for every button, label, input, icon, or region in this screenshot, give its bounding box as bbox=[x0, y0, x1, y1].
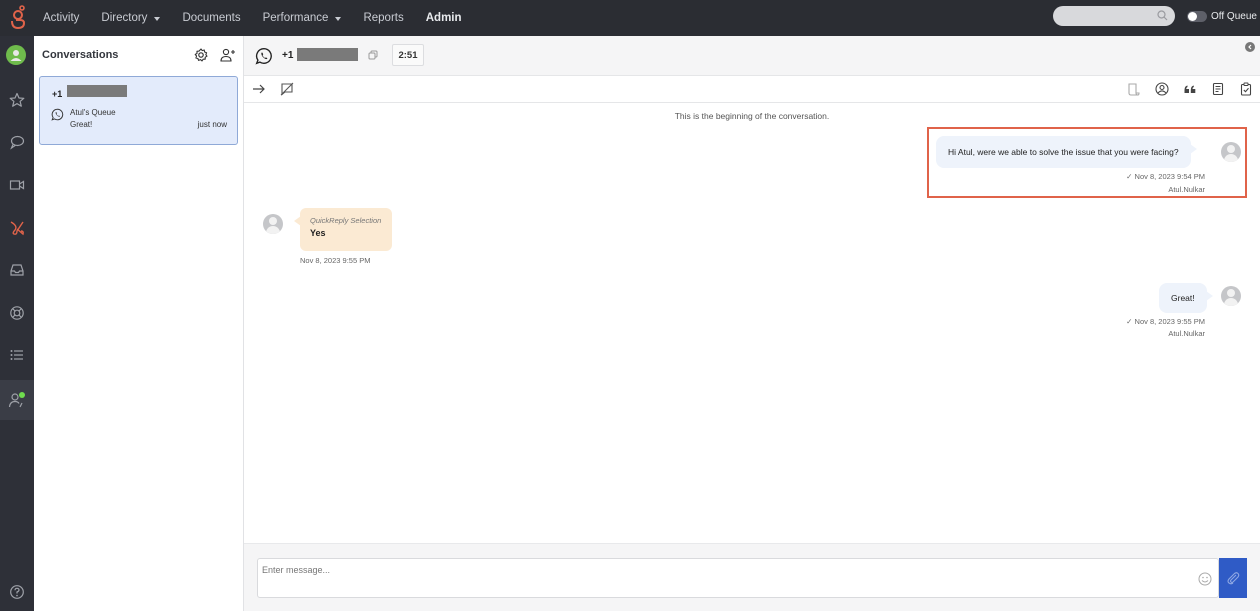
message-sender: Atul.Nulkar bbox=[1168, 185, 1205, 194]
collapse-panel-button[interactable] bbox=[1245, 42, 1255, 52]
nav-directory[interactable]: Directory bbox=[101, 12, 161, 24]
user-avatar-icon[interactable] bbox=[6, 45, 26, 65]
nav-reports[interactable]: Reports bbox=[363, 12, 403, 24]
nav-label: Admin bbox=[425, 12, 462, 24]
conversation-last-message: Great! bbox=[70, 120, 93, 129]
chat-bubble-icon bbox=[10, 135, 25, 150]
copy-icon[interactable] bbox=[368, 50, 378, 60]
inbox-icon bbox=[10, 264, 24, 276]
support-button[interactable] bbox=[0, 293, 34, 333]
phone-number-redacted bbox=[297, 48, 358, 61]
delivered-check-icon: ✓ bbox=[1126, 172, 1135, 181]
chevron-down-icon bbox=[154, 16, 161, 21]
conversation-queue: Atul's Queue bbox=[70, 108, 116, 117]
message-timestamp: Nov 8, 2023 9:54 PM bbox=[1134, 172, 1205, 181]
whatsapp-icon bbox=[51, 108, 64, 121]
scissors-icon bbox=[10, 221, 24, 236]
transfer-arrow-icon[interactable] bbox=[252, 82, 266, 96]
list-icon bbox=[10, 350, 23, 360]
phone-prefix: +1 bbox=[282, 50, 294, 61]
message-text: Hi Atul, were we able to solve the issue… bbox=[948, 147, 1179, 157]
phone-prefix: +1 bbox=[52, 89, 63, 99]
agent-avatar bbox=[1221, 286, 1241, 306]
customer-avatar bbox=[263, 214, 283, 234]
delivered-check-icon: ✓ bbox=[1126, 317, 1135, 326]
interaction-toolbar bbox=[244, 76, 1260, 103]
favorites-button[interactable] bbox=[0, 80, 34, 120]
interaction-panel: +1 2:51 This is the beginning of the con… bbox=[244, 36, 1260, 611]
script-icon[interactable] bbox=[1126, 82, 1140, 96]
nav-documents[interactable]: Documents bbox=[182, 12, 240, 24]
wrapup-clipboard-icon[interactable] bbox=[1239, 82, 1253, 96]
scripts-button[interactable] bbox=[0, 208, 34, 248]
genesys-logo-icon[interactable] bbox=[8, 5, 28, 31]
notes-icon[interactable] bbox=[1211, 82, 1225, 96]
lifebuoy-icon bbox=[10, 306, 24, 320]
gear-icon[interactable] bbox=[194, 48, 208, 62]
help-icon bbox=[10, 585, 24, 599]
chevron-left-icon bbox=[1248, 44, 1252, 50]
conversations-panel: Conversations +1 Atul's Queue Great! jus… bbox=[34, 36, 244, 611]
phone-number-redacted bbox=[67, 85, 127, 97]
contact-icon[interactable] bbox=[1155, 82, 1169, 96]
agent-status-icon bbox=[8, 392, 25, 408]
message-sender: Atul.Nulkar bbox=[1168, 329, 1205, 338]
paperclip-icon bbox=[1227, 572, 1240, 585]
quote-icon[interactable] bbox=[1183, 82, 1197, 96]
video-icon bbox=[9, 180, 25, 190]
nav-label: Documents bbox=[182, 12, 241, 24]
nav-label: Reports bbox=[363, 12, 404, 24]
conversation-beginning-note: This is the beginning of the conversatio… bbox=[674, 111, 830, 121]
interaction-header: +1 2:51 bbox=[244, 36, 1260, 76]
video-button[interactable] bbox=[0, 165, 34, 205]
queue-list-button[interactable] bbox=[0, 335, 34, 375]
left-rail bbox=[0, 36, 34, 611]
outbound-message: Hi Atul, were we able to solve the issue… bbox=[936, 136, 1197, 168]
message-transcript: This is the beginning of the conversatio… bbox=[244, 103, 1260, 543]
nav-label: Activity bbox=[43, 12, 80, 24]
message-input[interactable] bbox=[257, 558, 1219, 598]
nav-performance[interactable]: Performance bbox=[263, 12, 342, 24]
star-icon bbox=[9, 92, 25, 107]
add-user-icon[interactable] bbox=[220, 48, 236, 62]
nav-activity[interactable]: Activity bbox=[43, 12, 79, 24]
attach-file-button[interactable] bbox=[1219, 558, 1247, 598]
message-meta: ✓ Nov 8, 2023 9:55 PM bbox=[1126, 317, 1205, 326]
queue-toggle-label: Off Queue bbox=[1211, 11, 1257, 22]
whatsapp-icon bbox=[255, 48, 272, 65]
nav-label: Performance bbox=[262, 12, 329, 24]
inbound-message: QuickReply Selection Yes bbox=[294, 208, 392, 251]
conversation-list-item[interactable]: +1 Atul's Queue Great! just now bbox=[39, 76, 238, 145]
conversations-title: Conversations bbox=[42, 49, 119, 61]
message-timestamp: Nov 8, 2023 9:55 PM bbox=[1134, 317, 1205, 326]
conversation-time: just now bbox=[197, 120, 227, 129]
search-icon bbox=[1157, 10, 1168, 21]
message-text: Great! bbox=[1171, 293, 1195, 303]
outbound-message: Great! bbox=[1159, 283, 1213, 313]
message-text: Yes bbox=[310, 228, 326, 238]
top-navigation-bar: Activity Directory Documents Performance… bbox=[0, 0, 1260, 36]
emoji-icon[interactable] bbox=[1198, 572, 1212, 586]
message-composer bbox=[244, 543, 1260, 611]
disconnect-chat-icon[interactable] bbox=[280, 82, 294, 96]
chevron-down-icon bbox=[335, 16, 342, 21]
conversations-button[interactable] bbox=[0, 122, 34, 162]
nav-admin[interactable]: Admin bbox=[426, 12, 462, 24]
queue-toggle[interactable] bbox=[1187, 11, 1207, 22]
interaction-timer: 2:51 bbox=[392, 44, 424, 66]
inbox-button[interactable] bbox=[0, 250, 34, 290]
main-nav: Activity Directory Documents Performance… bbox=[43, 0, 484, 36]
message-timestamp: Nov 8, 2023 9:55 PM bbox=[300, 256, 371, 265]
global-search-input[interactable] bbox=[1053, 6, 1175, 26]
nav-label: Directory bbox=[101, 12, 148, 24]
help-button[interactable] bbox=[0, 572, 34, 612]
quickreply-label: QuickReply Selection bbox=[310, 216, 382, 225]
agent-status-button[interactable] bbox=[0, 380, 34, 420]
agent-avatar bbox=[1221, 142, 1241, 162]
message-meta: ✓ Nov 8, 2023 9:54 PM bbox=[1126, 172, 1205, 181]
